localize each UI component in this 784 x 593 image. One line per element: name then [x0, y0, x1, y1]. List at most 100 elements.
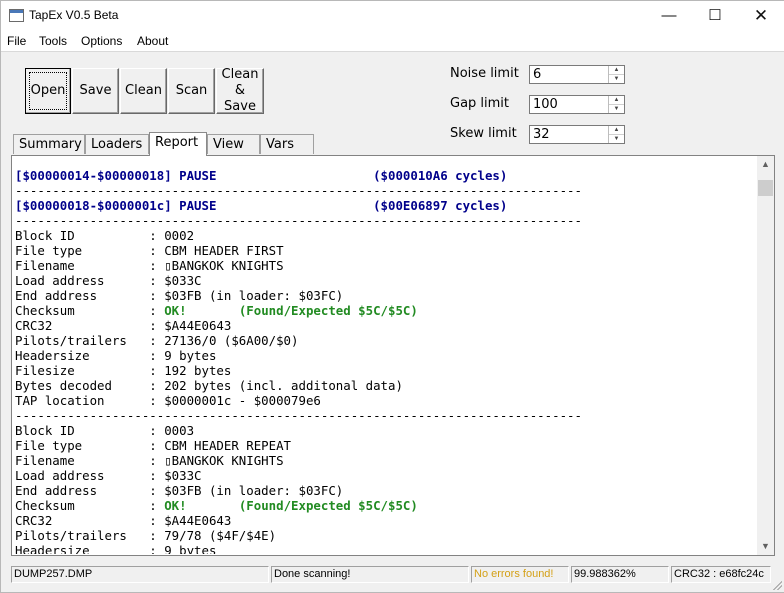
field-label: Block ID : — [15, 228, 165, 243]
field-label: Load address : — [15, 273, 165, 288]
resize-grip-icon[interactable] — [772, 580, 782, 590]
checksum-detail: (Found/Expected $5C/$5C) — [238, 498, 418, 513]
headersize-value: 9 bytes — [164, 348, 217, 363]
field-label: Load address : — [15, 468, 165, 483]
report-field: Load address : $033C — [15, 273, 750, 288]
spin-up-icon[interactable]: ▲ — [609, 126, 624, 135]
field-label: File type : — [15, 243, 165, 258]
clean-save-button[interactable]: Clean & Save — [216, 67, 264, 114]
open-button[interactable]: Open — [25, 68, 71, 114]
filename-value: ▯BANGKOK KNIGHTS — [164, 258, 284, 273]
gap-limit-value[interactable]: 100 — [533, 97, 558, 112]
end-address-value: $03FB (in loader: $03FC) — [164, 288, 344, 303]
tap-location-value: $0000001c - $000079e6 — [164, 393, 321, 408]
title-bar: TapEx V0.5 Beta — ☐ ✕ — [1, 1, 784, 31]
menu-bar: File Tools Options About — [1, 31, 784, 51]
pilots-value: 27136/0 ($6A00/$0) — [164, 333, 299, 348]
field-label: End address : — [15, 288, 165, 303]
field-label: CRC32 : — [15, 318, 165, 333]
spin-down-icon[interactable]: ▼ — [609, 75, 624, 83]
scan-button[interactable]: Scan — [168, 68, 215, 114]
status-bar: DUMP257.DMP Done scanning! No errors fou… — [1, 564, 784, 592]
menu-divider — [1, 51, 784, 52]
skew-limit-spinner[interactable]: 32 ▲ ▼ — [529, 125, 625, 144]
checksum-detail: (Found/Expected $5C/$5C) — [238, 303, 418, 318]
report-text[interactable]: [$00000014-$00000018] PAUSE ($000010A6 c… — [15, 168, 750, 554]
end-address-value: $03FB (in loader: $03FC) — [164, 483, 344, 498]
report-field: Load address : $033C — [15, 468, 750, 483]
report-panel[interactable]: [$00000014-$00000018] PAUSE ($000010A6 c… — [11, 155, 775, 556]
noise-limit-spinner[interactable]: 6 ▲ ▼ — [529, 65, 625, 84]
close-icon[interactable]: ✕ — [738, 1, 784, 31]
checksum-ok: OK! — [164, 498, 239, 513]
field-label: Pilots/trailers : — [15, 333, 165, 348]
status-errors: No errors found! — [471, 566, 569, 583]
separator-line: ----------------------------------------… — [15, 213, 582, 228]
menu-options[interactable]: Options — [81, 34, 122, 48]
noise-limit-label: Noise limit — [450, 66, 519, 81]
block-id-value: 0003 — [164, 423, 195, 438]
pause-range: [$00000018-$0000001c] PAUSE — [15, 198, 374, 213]
report-field: Filename : ▯BANGKOK KNIGHTS — [15, 258, 750, 273]
field-label: Headersize : — [15, 543, 165, 554]
spin-down-icon[interactable]: ▼ — [609, 135, 624, 143]
scroll-thumb[interactable] — [758, 180, 773, 196]
report-field: Block ID : 0003 — [15, 423, 750, 438]
report-field: Checksum : OK! (Found/Expected $5C/$5C) — [15, 498, 750, 513]
headersize-value: 9 bytes — [164, 543, 217, 554]
spin-up-icon[interactable]: ▲ — [609, 96, 624, 105]
tab-loaders[interactable]: Loaders — [85, 134, 149, 154]
spin-down-icon[interactable]: ▼ — [609, 105, 624, 113]
report-field: TAP location : $0000001c - $000079e6 — [15, 393, 750, 408]
report-field: CRC32 : $A44E0643 — [15, 513, 750, 528]
report-field: Block ID : 0002 — [15, 228, 750, 243]
status-file: DUMP257.DMP — [11, 566, 269, 583]
menu-file[interactable]: File — [7, 34, 26, 48]
spin-up-icon[interactable]: ▲ — [609, 66, 624, 75]
clean-button[interactable]: Clean — [120, 68, 167, 114]
tab-summary[interactable]: Summary — [13, 134, 85, 154]
clean-save-line-2: & — [234, 83, 246, 98]
maximize-icon[interactable]: ☐ — [692, 1, 738, 31]
menu-tools[interactable]: Tools — [39, 34, 67, 48]
tab-vars[interactable]: Vars — [260, 134, 314, 154]
scroll-up-icon[interactable]: ▲ — [757, 156, 774, 173]
report-pause: [$00000018-$0000001c] PAUSE ($00E06897 c… — [15, 198, 750, 213]
tab-report[interactable]: Report — [149, 132, 207, 156]
report-pause: [$00000014-$00000018] PAUSE ($000010A6 c… — [15, 168, 750, 183]
menu-about[interactable]: About — [137, 34, 168, 48]
field-label: Checksum : — [15, 498, 165, 513]
vertical-scrollbar[interactable]: ▲ ▼ — [757, 156, 774, 555]
app-window: TapEx V0.5 Beta — ☐ ✕ File Tools Options… — [0, 0, 784, 593]
gap-limit-label: Gap limit — [450, 96, 510, 111]
status-crc: CRC32 : e68fc24c — [671, 566, 771, 583]
report-field: CRC32 : $A44E0643 — [15, 318, 750, 333]
scroll-down-icon[interactable]: ▼ — [757, 538, 774, 555]
save-button[interactable]: Save — [72, 68, 119, 114]
report-field: File type : CBM HEADER REPEAT — [15, 438, 750, 453]
report-separator: ----------------------------------------… — [15, 183, 750, 198]
field-label: CRC32 : — [15, 513, 165, 528]
field-label: File type : — [15, 438, 165, 453]
tab-view[interactable]: View — [207, 134, 260, 154]
report-field: Pilots/trailers : 79/78 ($4F/$4E) — [15, 528, 750, 543]
noise-limit-value[interactable]: 6 — [533, 67, 541, 82]
report-field: Filename : ▯BANGKOK KNIGHTS — [15, 453, 750, 468]
field-label: Checksum : — [15, 303, 165, 318]
field-label: End address : — [15, 483, 165, 498]
skew-limit-value[interactable]: 32 — [533, 127, 550, 142]
status-percent: 99.988362% — [571, 566, 669, 583]
report-field: Pilots/trailers : 27136/0 ($6A00/$0) — [15, 333, 750, 348]
gap-limit-spinner[interactable]: 100 ▲ ▼ — [529, 95, 625, 114]
crc32-value: $A44E0643 — [164, 318, 232, 333]
report-field: File type : CBM HEADER FIRST — [15, 243, 750, 258]
report-separator: ----------------------------------------… — [15, 408, 750, 423]
clean-save-line-3: Save — [224, 99, 256, 114]
report-separator: ----------------------------------------… — [15, 213, 750, 228]
report-field: Bytes decoded : 202 bytes (incl. additon… — [15, 378, 750, 393]
bytes-decoded-value: 202 bytes (incl. additonal data) — [164, 378, 403, 393]
file-type-value: CBM HEADER REPEAT — [164, 438, 292, 453]
skew-limit-label: Skew limit — [450, 126, 517, 141]
report-field: Checksum : OK! (Found/Expected $5C/$5C) — [15, 303, 750, 318]
minimize-icon[interactable]: — — [646, 1, 692, 31]
